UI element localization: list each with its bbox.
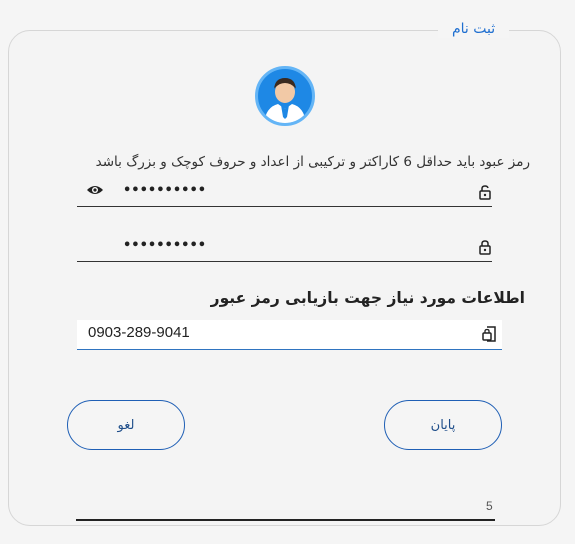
character-counter: 5 [486,499,493,513]
password-value: •••••••••• [123,183,207,198]
user-avatar-icon [255,66,315,126]
phone-input[interactable]: 0903-289-9041 [77,320,502,350]
lock-icon [478,239,492,255]
eye-icon[interactable] [86,182,104,196]
lock-open-icon [478,184,492,200]
form-legend: ثبت نام [438,20,510,38]
cancel-button[interactable]: لغو [67,400,185,450]
recovery-section-title: اطلاعات مورد نیاز جهت بازیابی رمز عبور [210,289,525,307]
phone-lock-icon [482,326,498,343]
counter-field-underline[interactable] [76,519,495,521]
finish-button[interactable]: پایان [384,400,502,450]
password-field[interactable]: •••••••••• [77,181,492,207]
phone-value: 0903-289-9041 [88,324,190,341]
password-hint: رمز عبود باید حداقل 6 کاراکتر و ترکیبی ا… [95,154,530,170]
password-confirm-field[interactable]: •••••••••• [77,236,492,262]
password-confirm-value: •••••••••• [123,238,207,253]
